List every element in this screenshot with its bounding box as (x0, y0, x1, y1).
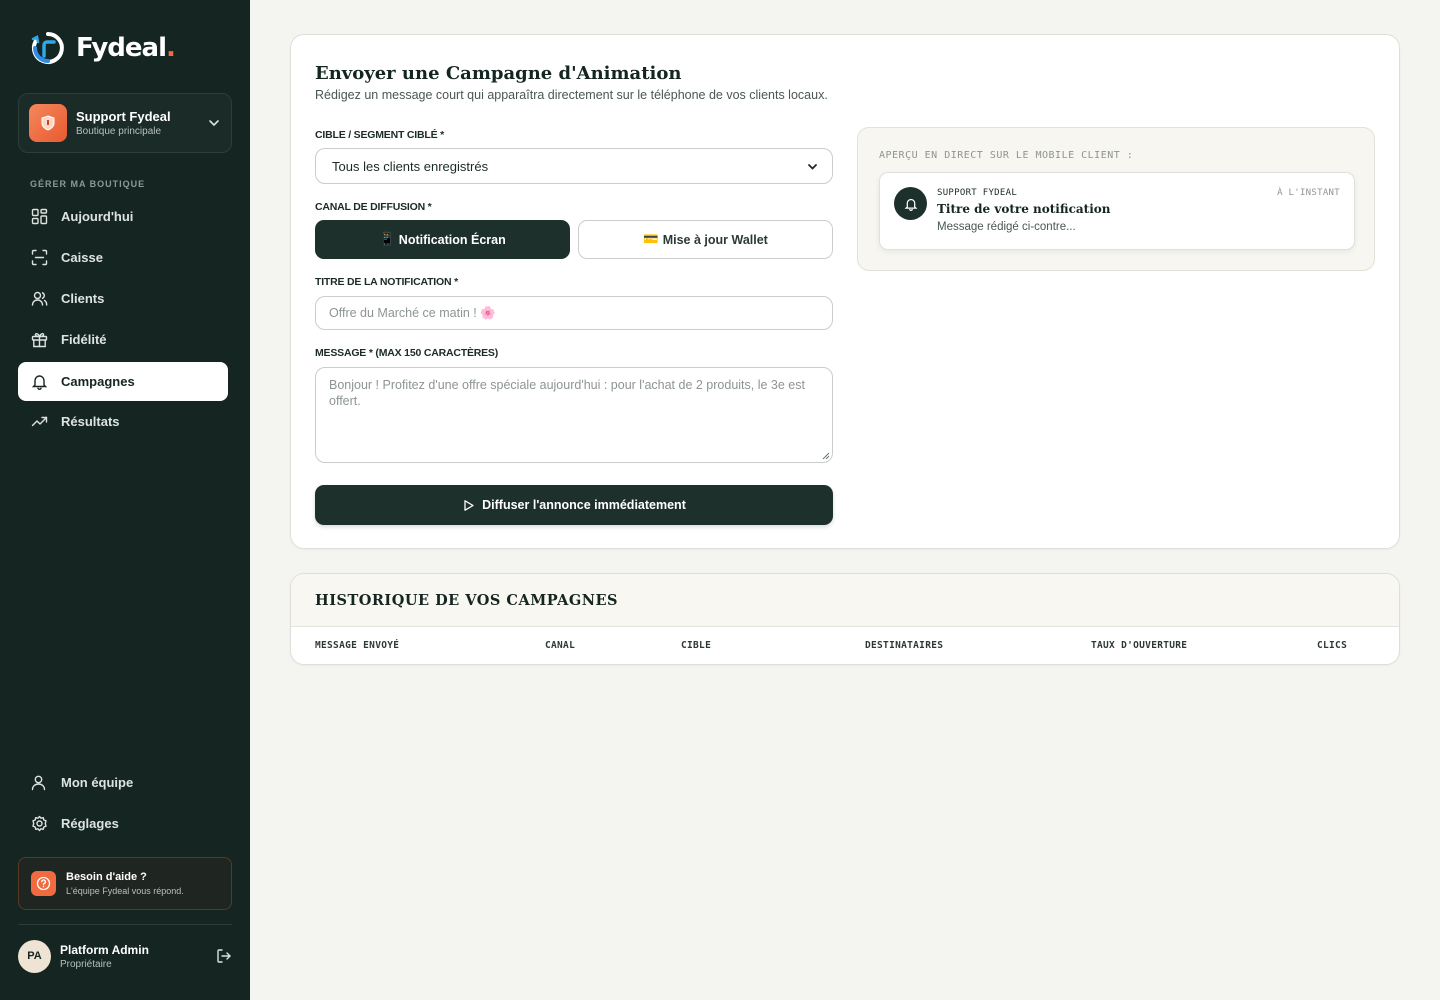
users-icon (31, 291, 48, 306)
brand-logo[interactable]: Fydeal. (30, 30, 176, 66)
history-card: HISTORIQUE DE VOS CAMPAGNES MESSAGE ENVO… (290, 573, 1400, 665)
store-avatar (29, 104, 67, 142)
chevron-down-icon (808, 163, 817, 170)
sidebar-item-label: Fidélité (61, 332, 107, 347)
brand-dot: . (166, 33, 176, 63)
sidebar-item-label: Résultats (61, 414, 120, 429)
column-header-destinataires[interactable]: DESTINATAIRES (865, 640, 943, 651)
logout-icon[interactable] (216, 948, 232, 964)
column-header-canal[interactable]: CANAL (545, 640, 575, 651)
sidebar-item-label: Aujourd'hui (61, 209, 134, 224)
nav-section-label: GÉRER MA BOUTIQUE (30, 179, 146, 189)
sidebar-item-label: Mon équipe (61, 775, 134, 790)
user-profile: PA Platform Admin Propriétaire (18, 939, 232, 973)
sidebar-item-fidelite[interactable]: Fidélité (18, 320, 228, 359)
chevron-down-icon (209, 120, 219, 127)
broadcast-button-label: Diffuser l'annonce immédiatement (482, 498, 686, 512)
sidebar-item-reglages[interactable]: Réglages (18, 804, 228, 843)
sidebar: Fydeal. Support Fydeal Boutique principa… (0, 0, 250, 1000)
notification-title-label: TITRE DE LA NOTIFICATION * (315, 276, 458, 288)
target-select-value: Tous les clients enregistrés (332, 158, 489, 174)
message-label: MESSAGE * (MAX 150 CARACTÈRES) (315, 347, 499, 359)
column-header-message[interactable]: MESSAGE ENVOYÉ (315, 640, 399, 651)
sidebar-item-label: Campagnes (61, 374, 135, 389)
sidebar-divider (18, 924, 232, 925)
campaign-card: Envoyer une Campagne d'Animation Rédigez… (290, 34, 1400, 549)
channel-label: CANAL DE DIFFUSION * (315, 201, 432, 213)
bell-icon (31, 375, 48, 390)
preview-label: APERÇU EN DIRECT SUR LE MOBILE CLIENT : (879, 150, 1134, 161)
notification-preview: SUPPORT FYDEAL À L'INSTANT Titre de votr… (879, 172, 1355, 250)
help-subtitle: L'équipe Fydeal vous répond. (66, 886, 184, 896)
sidebar-item-label: Réglages (61, 816, 119, 831)
gift-icon (31, 332, 48, 348)
notification-title-input[interactable]: Offre du Marché ce matin ! 🌸 (315, 296, 833, 330)
resize-handle-icon[interactable] (822, 452, 830, 460)
sidebar-item-aujourdhui[interactable]: Aujourd'hui (18, 197, 228, 236)
play-icon (464, 499, 474, 511)
store-name: Support Fydeal (76, 109, 171, 124)
sidebar-item-caisse[interactable]: Caisse (18, 238, 228, 277)
user-icon (31, 775, 46, 791)
notification-time: À L'INSTANT (1277, 188, 1340, 198)
column-header-cible[interactable]: CIBLE (681, 640, 711, 651)
sidebar-item-label: Caisse (61, 250, 103, 265)
scan-icon (31, 249, 48, 266)
trend-icon (31, 416, 48, 427)
history-title: HISTORIQUE DE VOS CAMPAGNES (315, 592, 619, 609)
sidebar-item-campagnes[interactable]: Campagnes (18, 362, 228, 401)
page-title: Envoyer une Campagne d'Animation (315, 63, 682, 84)
notification-title: Titre de votre notification (937, 202, 1111, 216)
brand-name: Fydeal (76, 33, 167, 63)
user-role: Propriétaire (60, 958, 112, 970)
sidebar-item-label: Clients (61, 291, 105, 306)
card-icon: 💳 (643, 232, 659, 246)
channel-screen-button[interactable]: 📱 Notification Écran (315, 220, 570, 259)
page-subtitle: Rédigez un message court qui apparaîtra … (315, 88, 828, 102)
notification-bell-icon (894, 187, 927, 220)
mobile-preview: APERÇU EN DIRECT SUR LE MOBILE CLIENT : … (857, 127, 1375, 271)
sidebar-item-resultats[interactable]: Résultats (18, 402, 228, 441)
message-placeholder: Bonjour ! Profitez d'une offre spéciale … (329, 378, 805, 408)
help-title: Besoin d'aide ? (66, 871, 147, 883)
shield-icon (41, 115, 55, 131)
help-card[interactable]: Besoin d'aide ? L'équipe Fydeal vous rép… (18, 857, 232, 910)
notification-app-name: SUPPORT FYDEAL (937, 188, 1018, 198)
avatar[interactable]: PA (18, 939, 51, 973)
target-select[interactable]: Tous les clients enregistrés (315, 148, 833, 184)
column-header-taux-ouverture[interactable]: TAUX D'OUVERTURE (1091, 640, 1187, 651)
channel-wallet-button[interactable]: 💳 Mise à jour Wallet (578, 220, 833, 259)
channel-screen-label: Notification Écran (398, 232, 506, 247)
sidebar-item-mon-equipe[interactable]: Mon équipe (18, 763, 228, 802)
phone-icon: 📱 (379, 232, 395, 246)
fydeal-logo-icon (31, 32, 64, 64)
gear-icon (32, 815, 47, 832)
broadcast-button[interactable]: Diffuser l'annonce immédiatement (315, 485, 833, 525)
dashboard-icon (31, 208, 48, 225)
store-switcher[interactable]: Support Fydeal Boutique principale (18, 93, 232, 153)
user-name: Platform Admin (60, 942, 149, 957)
store-subtitle: Boutique principale (76, 126, 162, 137)
sidebar-item-clients[interactable]: Clients (18, 279, 228, 318)
history-header: HISTORIQUE DE VOS CAMPAGNES (291, 574, 1399, 627)
message-textarea[interactable]: Bonjour ! Profitez d'une offre spéciale … (315, 367, 833, 463)
channel-wallet-label: Mise à jour Wallet (662, 232, 768, 247)
help-icon (31, 871, 56, 896)
column-header-clics[interactable]: CLICS (1317, 640, 1347, 651)
target-label: CIBLE / SEGMENT CIBLÉ * (315, 129, 444, 141)
notification-body: Message rédigé ci-contre... (937, 221, 1076, 233)
